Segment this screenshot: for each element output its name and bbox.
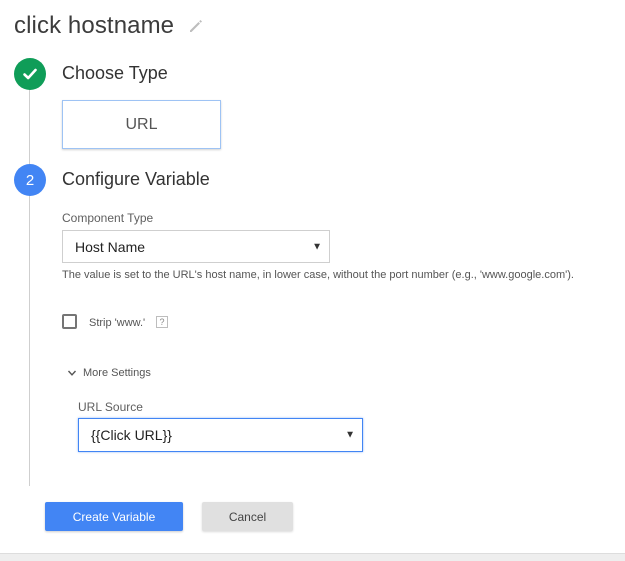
component-type-help-text: The value is set to the URL's host name,… — [62, 269, 574, 281]
check-icon — [23, 68, 37, 80]
step-complete-circle — [14, 58, 46, 90]
url-source-value: {{Click URL}} — [91, 427, 172, 443]
chevron-down-icon — [67, 370, 77, 376]
url-source-label: URL Source — [78, 400, 143, 414]
component-type-label: Component Type — [62, 211, 154, 225]
step-number-circle: 2 — [14, 164, 46, 196]
strip-www-checkbox[interactable] — [62, 314, 77, 329]
title-row: click hostname — [14, 10, 204, 42]
url-source-select[interactable]: {{Click URL}} ▼ — [78, 418, 363, 452]
strip-www-label[interactable]: Strip 'www.' — [89, 317, 145, 329]
variable-type-card[interactable]: URL — [62, 100, 221, 149]
component-type-value: Host Name — [75, 238, 146, 255]
page-title: click hostname — [14, 12, 175, 39]
pencil-icon[interactable] — [188, 18, 204, 34]
component-type-select[interactable]: Host Name ▼ — [62, 230, 330, 263]
more-settings-toggle[interactable]: More Settings — [67, 367, 151, 379]
step-title-choose-type: Choose Type — [62, 63, 168, 83]
caret-down-icon: ▼ — [312, 241, 322, 252]
more-settings-label: More Settings — [83, 367, 151, 379]
bottom-divider — [0, 553, 625, 561]
step-title-configure-variable: Configure Variable — [62, 169, 210, 189]
help-icon[interactable]: ? — [156, 316, 168, 328]
caret-down-icon: ▼ — [345, 429, 355, 441]
cancel-button[interactable]: Cancel — [202, 502, 293, 531]
steps-rail — [29, 88, 30, 486]
create-variable-button[interactable]: Create Variable — [45, 502, 183, 531]
